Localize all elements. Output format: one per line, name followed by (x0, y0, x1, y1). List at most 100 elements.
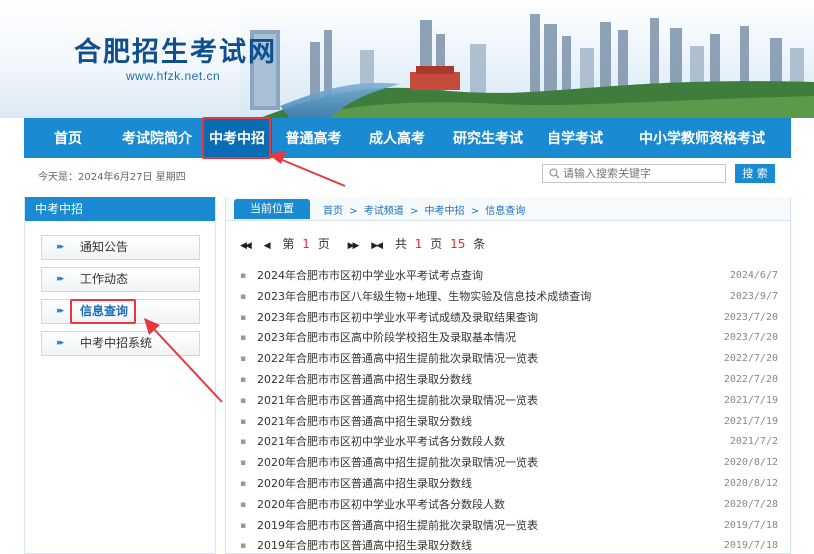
site-logo[interactable]: 合肥招生考试网 www.hfzk.net.cn (74, 30, 277, 83)
nav-gaokao[interactable]: 普通高考 (272, 118, 355, 158)
double-arrow-icon: ▸▸ (57, 306, 64, 316)
today-date: 今天是：2024年6月27日 星期四 (38, 172, 186, 183)
sidebar-item-notices[interactable]: ▸▸ 通知公告 (41, 235, 200, 260)
list-item[interactable]: ▪ 2019年合肥市市区普通高中招生录取分数线 2019/7/18 (240, 536, 778, 554)
current-page: 1 (302, 237, 310, 251)
sidebar-item-work-news[interactable]: ▸▸ 工作动态 (41, 267, 200, 292)
bullet-icon: ▪ (240, 458, 247, 469)
page-suffix: 页 (317, 237, 330, 251)
bullet-icon: ▪ (240, 354, 247, 365)
last-page-icon[interactable]: ▶◀ (371, 241, 383, 251)
list-item-date: 2019/7/18 (723, 540, 778, 552)
sidebar: 中考中招 ▸▸ 通知公告 ▸▸ 工作动态 ▸▸ 信息查询 ▸▸ 中考中招系统 (24, 197, 216, 554)
nav-teacher-qualification[interactable]: 中小学教师资格考试 (613, 118, 791, 158)
sidebar-item-label: 工作动态 (80, 272, 129, 286)
search-box (542, 164, 726, 183)
breadcrumb-separator: > (409, 206, 419, 217)
list-item-title[interactable]: 2020年合肥市市区普通高中招生录取分数线 (257, 474, 472, 495)
list-item-title[interactable]: 2021年合肥市市区普通高中招生提前批次录取情况一览表 (257, 391, 538, 412)
list-item-date: 2022/7/20 (723, 353, 778, 365)
list-item-title[interactable]: 2023年合肥市市区高中阶段学校招生及录取基本情况 (257, 328, 516, 349)
list-item[interactable]: ▪ 2021年合肥市市区普通高中招生提前批次录取情况一览表 2021/7/19 (240, 391, 778, 412)
list-item-title[interactable]: 2024年合肥市市区初中学业水平考试考点查询 (257, 266, 483, 287)
list-item[interactable]: ▪ 2022年合肥市市区普通高中招生提前批次录取情况一览表 2022/7/20 (240, 349, 778, 370)
first-page-icon[interactable]: ◀◀ (240, 241, 252, 251)
bullet-icon: ▪ (240, 478, 247, 489)
total-mid: 页 (430, 237, 443, 251)
bullet-icon: ▪ (240, 520, 247, 531)
list-item-title[interactable]: 2023年合肥市市区八年级生物+地理、生物实验及信息技术成绩查询 (257, 287, 591, 308)
city-skyline-banner (240, 0, 814, 118)
breadcrumb-exam-channel[interactable]: 考试频道 (364, 206, 404, 217)
list-item-date: 2021/7/2 (729, 436, 778, 448)
main-content: 当前位置 首页 > 考试频道 > 中考中招 > 信息查询 ◀◀ ◀ 第 1 页 … (225, 197, 791, 554)
nav-about[interactable]: 考试院简介 (112, 118, 202, 158)
search-button[interactable]: 搜 索 (735, 164, 775, 183)
bullet-icon: ▪ (240, 374, 247, 385)
list-item-date: 2023/7/20 (723, 311, 778, 323)
breadcrumb-separator: > (470, 206, 480, 217)
list-item-title[interactable]: 2022年合肥市市区普通高中招生提前批次录取情况一览表 (257, 349, 538, 370)
list-item[interactable]: ▪ 2023年合肥市市区高中阶段学校招生及录取基本情况 2023/7/20 (240, 328, 778, 349)
list-item[interactable]: ▪ 2022年合肥市市区普通高中招生录取分数线 2022/7/20 (240, 370, 778, 391)
breadcrumb-home[interactable]: 首页 (323, 206, 343, 217)
location-bar: 当前位置 首页 > 考试频道 > 中考中招 > 信息查询 (226, 197, 790, 221)
list-item-date: 2022/7/20 (723, 373, 778, 385)
bullet-icon: ▪ (240, 541, 247, 552)
list-item[interactable]: ▪ 2021年合肥市市区普通高中招生录取分数线 2021/7/19 (240, 412, 778, 433)
list-item[interactable]: ▪ 2023年合肥市市区八年级生物+地理、生物实验及信息技术成绩查询 2023/9/… (240, 287, 778, 308)
total-pages: 1 (414, 237, 423, 251)
site-url: www.hfzk.net.cn (126, 69, 221, 83)
list-item-date: 2023/7/20 (723, 332, 778, 344)
total-items: 15 (450, 237, 466, 251)
sidebar-item-label: 中考中招系统 (80, 336, 153, 350)
double-arrow-icon: ▸▸ (57, 274, 64, 284)
nav-home[interactable]: 首页 (24, 118, 112, 158)
nav-self-study-exam[interactable]: 自学考试 (537, 118, 613, 158)
search-input[interactable] (563, 165, 723, 182)
bullet-icon: ▪ (240, 312, 247, 323)
total-suffix: 条 (473, 237, 486, 251)
page-prefix: 第 (282, 237, 295, 251)
nav-adult-exam[interactable]: 成人高考 (355, 118, 439, 158)
list-item[interactable]: ▪ 2020年合肥市市区初中学业水平考试各分数段人数 2020/7/28 (240, 495, 778, 516)
list-item-title[interactable]: 2021年合肥市市区普通高中招生录取分数线 (257, 412, 472, 433)
list-item-title[interactable]: 2020年合肥市市区初中学业水平考试各分数段人数 (257, 495, 505, 516)
list-item[interactable]: ▪ 2020年合肥市市区普通高中招生提前批次录取情况一览表 2020/8/12 (240, 453, 778, 474)
list-item[interactable]: ▪ 2024年合肥市市区初中学业水平考试考点查询 2024/6/7 (240, 266, 778, 287)
breadcrumb-info-query[interactable]: 信息查询 (485, 206, 525, 217)
bullet-icon: ▪ (240, 395, 247, 406)
list-item[interactable]: ▪ 2021年合肥市市区初中学业水平考试各分数段人数 2021/7/2 (240, 432, 778, 453)
sidebar-item-zhongkao-system[interactable]: ▸▸ 中考中招系统 (41, 331, 200, 356)
bullet-icon: ▪ (240, 499, 247, 510)
list-item-date: 2020/8/12 (723, 457, 778, 469)
list-item-title[interactable]: 2022年合肥市市区普通高中招生录取分数线 (257, 370, 472, 391)
sidebar-title: 中考中招 (25, 197, 215, 221)
article-list: ▪ 2024年合肥市市区初中学业水平考试考点查询 2024/6/7 ▪ 2023年合肥市… (240, 266, 778, 554)
pagination: ◀◀ ◀ 第 1 页 ▶▶ ▶◀ 共 1 页 15 条 (240, 235, 489, 252)
list-item-title[interactable]: 2021年合肥市市区初中学业水平考试各分数段人数 (257, 432, 505, 453)
bullet-icon: ▪ (240, 291, 247, 302)
list-item[interactable]: ▪ 2019年合肥市市区普通高中招生提前批次录取情况一览表 2019/7/18 (240, 516, 778, 537)
nav-graduate-exam[interactable]: 研究生考试 (439, 118, 537, 158)
list-item[interactable]: ▪ 2020年合肥市市区普通高中招生录取分数线 2020/8/12 (240, 474, 778, 495)
list-item-title[interactable]: 2019年合肥市市区普通高中招生录取分数线 (257, 536, 472, 554)
total-prefix: 共 (394, 237, 407, 251)
nav-highlight-box (202, 117, 271, 159)
list-item-title[interactable]: 2023年合肥市市区初中学业水平考试成绩及录取结果查询 (257, 308, 538, 329)
bullet-icon: ▪ (240, 271, 247, 281)
list-item-title[interactable]: 2019年合肥市市区普通高中招生提前批次录取情况一览表 (257, 516, 538, 537)
list-item-date: 2021/7/19 (723, 394, 778, 406)
double-arrow-icon: ▸▸ (57, 242, 64, 252)
bullet-icon: ▪ (240, 437, 247, 448)
location-label: 当前位置 (234, 199, 310, 219)
list-item-date: 2023/9/7 (729, 290, 778, 302)
sidebar-item-label: 通知公告 (80, 240, 129, 254)
list-item-title[interactable]: 2020年合肥市市区普通高中招生提前批次录取情况一览表 (257, 453, 538, 474)
list-item[interactable]: ▪ 2023年合肥市市区初中学业水平考试成绩及录取结果查询 2023/7/20 (240, 308, 778, 329)
next-page-icon[interactable]: ▶▶ (348, 241, 360, 251)
site-title: 合肥招生考试网 (74, 37, 277, 68)
breadcrumb-zhongkao[interactable]: 中考中招 (425, 206, 465, 217)
prev-page-icon[interactable]: ◀ (264, 241, 271, 251)
list-item-date: 2024/6/7 (729, 270, 778, 281)
